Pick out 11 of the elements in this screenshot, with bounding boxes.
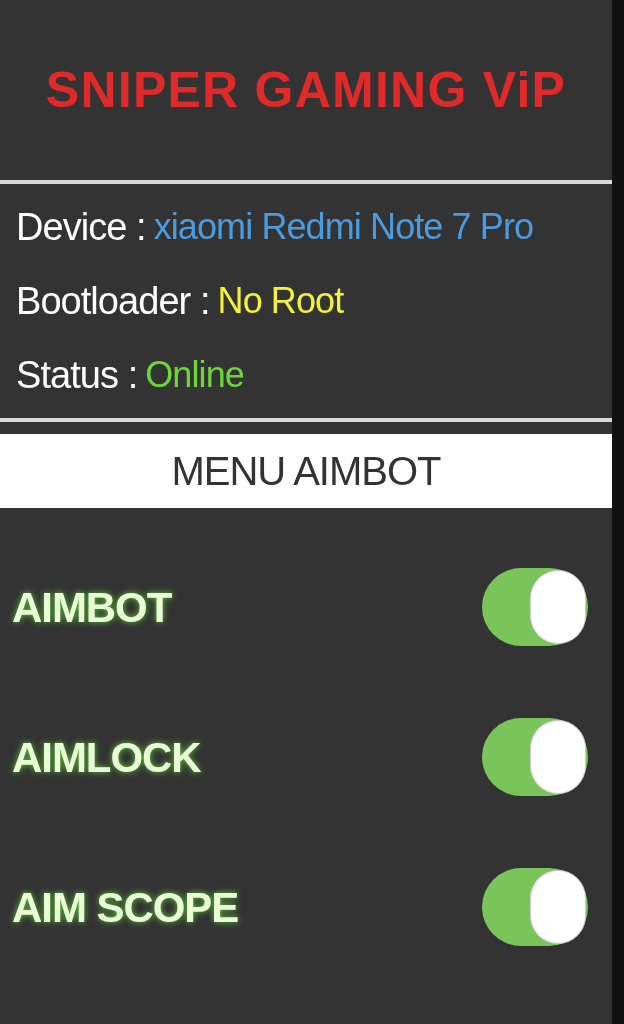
toggle-label: AIMLOCK — [12, 732, 201, 783]
toggle-label: AIM SCOPE — [12, 882, 239, 933]
toggle-label: AIMBOT — [12, 582, 172, 633]
menu-header: MENU AIMBOT — [0, 434, 612, 508]
info-label: Status : — [16, 352, 138, 398]
info-value: No Root — [217, 279, 344, 323]
app-title: SNIPER GAMING ViP — [45, 60, 567, 120]
info-label: Bootloader : — [16, 278, 210, 324]
info-value: Online — [145, 353, 244, 397]
info-value: xiaomi Redmi Note 7 Pro — [153, 205, 534, 249]
info-label: Device : — [16, 204, 146, 250]
